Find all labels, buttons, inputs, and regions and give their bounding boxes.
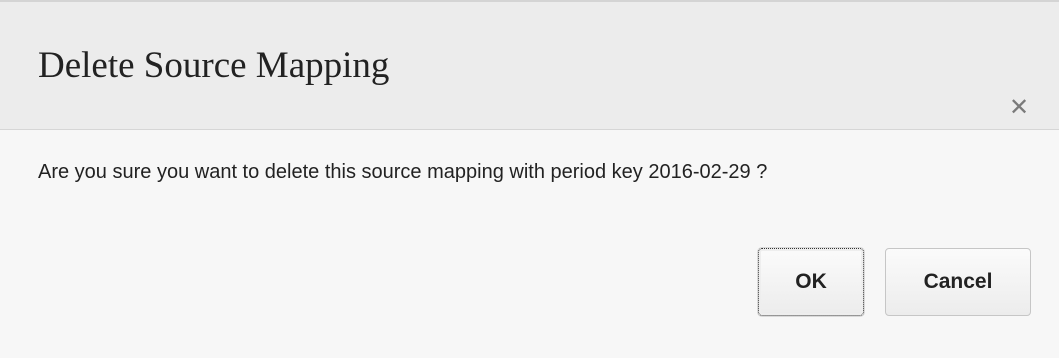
cancel-button[interactable]: Cancel (885, 248, 1031, 316)
close-icon[interactable]: ✕ (1002, 90, 1036, 124)
ok-button[interactable]: OK (758, 248, 864, 316)
dialog-body: Are you sure you want to delete this sou… (0, 130, 1059, 358)
dialog-title: Delete Source Mapping (38, 45, 390, 86)
dialog-header: Delete Source Mapping ✕ (0, 2, 1059, 130)
confirmation-message: Are you sure you want to delete this sou… (38, 161, 768, 183)
delete-source-mapping-dialog: Delete Source Mapping ✕ Are you sure you… (0, 0, 1059, 358)
